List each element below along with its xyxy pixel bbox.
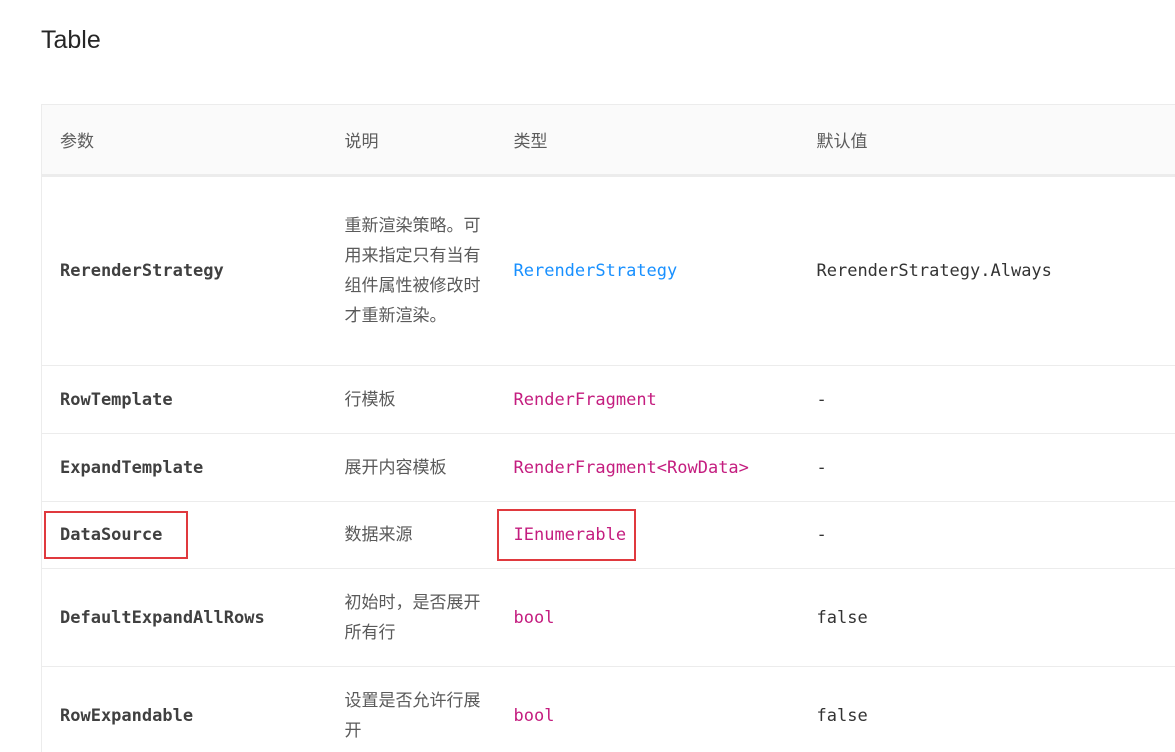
table-row: DefaultExpandAllRows 初始时，是否展开所有行 bool fa…	[41, 568, 1175, 667]
param-type: IEnumerable	[496, 501, 815, 569]
param-default: -	[814, 365, 1175, 434]
param-description: 重新渲染策略。可用来指定只有当有组件属性被修改时才重新渲染。	[325, 175, 511, 366]
type-link[interactable]: RerenderStrategy	[514, 261, 678, 281]
table-row: RerenderStrategy 重新渲染策略。可用来指定只有当有组件属性被修改…	[41, 175, 1175, 366]
param-name: DefaultExpandAllRows	[41, 568, 326, 667]
header-type: 类型	[510, 104, 815, 177]
param-type: RenderFragment	[510, 365, 815, 434]
param-type: bool	[511, 667, 815, 752]
param-default: -	[814, 433, 1175, 502]
type-code: RenderFragment	[513, 389, 657, 410]
param-name: DataSource	[41, 501, 326, 569]
param-name: ExpandTemplate	[41, 433, 326, 502]
api-table: 参数 说明 类型 默认值 RerenderStrategy 重新渲染策略。可用来…	[41, 104, 1175, 752]
param-description: 行模板	[325, 365, 511, 434]
table-header-row: 参数 说明 类型 默认值	[41, 104, 1175, 177]
table-row: RowTemplate 行模板 RenderFragment -	[41, 365, 1175, 434]
param-default: false	[814, 568, 1175, 667]
param-default: false	[816, 705, 868, 726]
type-code: bool	[513, 705, 555, 726]
param-default: -	[814, 501, 1175, 569]
header-description: 说明	[325, 104, 511, 177]
type-code: bool	[513, 607, 555, 628]
param-name: RerenderStrategy	[41, 175, 326, 366]
table-row: DataSource 数据来源 IEnumerable -	[41, 501, 1175, 569]
param-type: RerenderStrategy	[510, 175, 815, 366]
param-description: 设置是否允许行展开	[344, 690, 481, 741]
table-row: RowExpandable 设置是否允许行展开 bool false	[41, 666, 1175, 752]
param-default: RerenderStrategy.Always	[814, 175, 1175, 366]
param-name: RowTemplate	[41, 365, 326, 434]
table-row: ExpandTemplate 展开内容模板 RenderFragment<Row…	[41, 433, 1175, 502]
type-code: RenderFragment<RowData>	[513, 457, 749, 478]
page-title: Table	[41, 26, 101, 54]
param-type: bool	[510, 568, 815, 667]
param-description: 展开内容模板	[325, 433, 511, 502]
highlighted-type: IEnumerable	[496, 509, 637, 561]
param-type: RenderFragment<RowData>	[510, 433, 815, 502]
param-description: 数据来源	[325, 501, 511, 569]
type-code: IEnumerable	[513, 525, 627, 545]
header-default: 默认值	[814, 104, 1175, 177]
header-param: 参数	[41, 104, 326, 177]
param-name: RowExpandable	[41, 666, 326, 752]
highlighted-param: DataSource	[44, 511, 189, 559]
param-description: 初始时，是否展开所有行	[325, 568, 511, 667]
